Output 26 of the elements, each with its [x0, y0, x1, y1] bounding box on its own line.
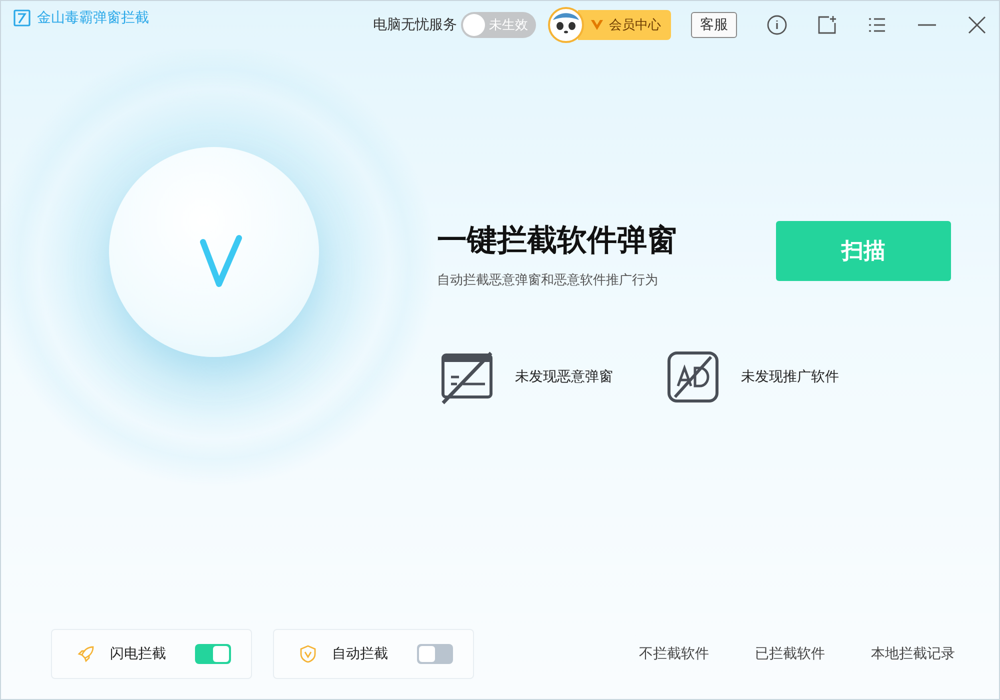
v-icon: [590, 19, 604, 31]
rocket-icon: [76, 644, 96, 664]
support-button[interactable]: 客服: [691, 12, 737, 38]
footer-link[interactable]: 已拦截软件: [755, 645, 825, 663]
setting-label: 自动拦截: [332, 645, 389, 663]
close-icon[interactable]: [967, 15, 987, 35]
hero-subtitle: 自动拦截恶意弹窗和恶意软件推广行为: [437, 272, 659, 289]
panda-avatar-icon[interactable]: [548, 7, 584, 43]
status-text: 未发现恶意弹窗: [515, 368, 613, 386]
setting-label: 闪电拦截: [110, 645, 167, 663]
ad-blocked-icon: [665, 349, 721, 405]
footer-link[interactable]: 本地拦截记录: [871, 645, 955, 663]
check-icon: [199, 234, 243, 290]
service-label: 电脑无忧服务: [373, 16, 457, 34]
status-text: 未发现推广软件: [741, 368, 839, 386]
logo-icon: [13, 9, 31, 27]
vip-center-button[interactable]: 会员中心: [578, 10, 671, 40]
shield-icon: [298, 644, 318, 664]
footer-link[interactable]: 不拦截软件: [639, 645, 709, 663]
toggle-switch[interactable]: [195, 644, 231, 664]
toggle-switch[interactable]: [417, 644, 453, 664]
window-title: 金山毒霸弹窗拦截: [37, 9, 149, 27]
info-icon[interactable]: [767, 15, 787, 35]
popup-blocked-icon: [439, 349, 495, 405]
new-window-icon[interactable]: [817, 15, 837, 35]
hero-title: 一键拦截软件弹窗: [437, 222, 678, 260]
